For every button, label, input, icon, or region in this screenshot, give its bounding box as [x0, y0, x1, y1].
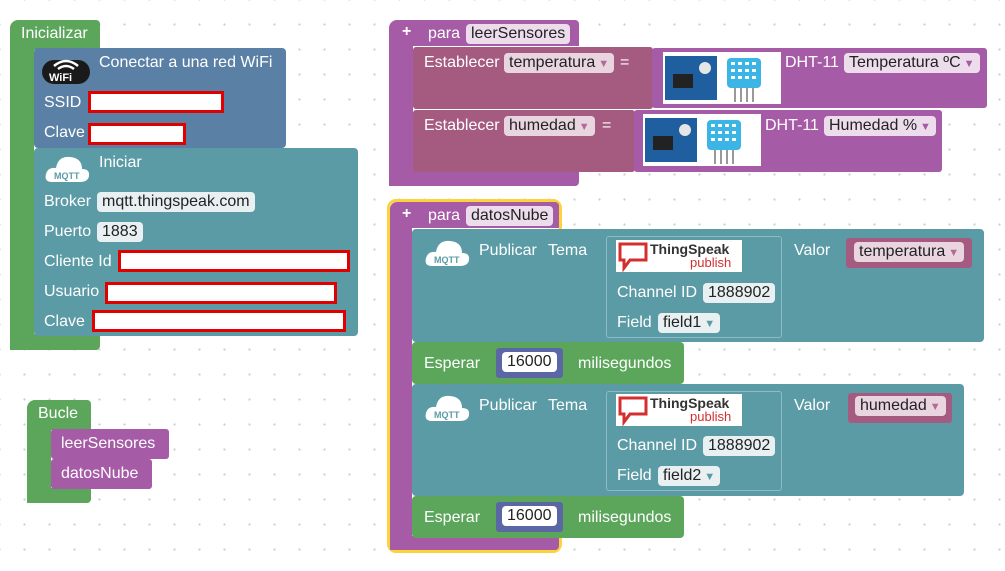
wait-value-1[interactable]: 16000	[502, 352, 557, 372]
wifi-icon: WiFi	[42, 59, 90, 84]
init-footer	[10, 334, 100, 350]
dht11-temperature-sensor-label: DHT-11	[785, 54, 839, 71]
datosNube-name[interactable]: datosNube	[466, 206, 554, 226]
wait-unit-1: milisegundos	[578, 355, 672, 372]
plus-icon[interactable]: +	[402, 204, 411, 224]
dht11-temperature-measure[interactable]: Temperatura ºC ▼	[844, 53, 980, 73]
leerSensores-left-arm	[389, 44, 413, 186]
mqtt-password-input[interactable]	[92, 310, 346, 332]
dropdown-arrow-icon: ▼	[578, 121, 590, 133]
call-leerSensores-label: leerSensores	[61, 435, 156, 452]
dht11-humidity-sensor-label: DHT-11	[765, 117, 819, 134]
dht11-temperature-measure-text: Temperatura ºC	[849, 54, 961, 71]
mqtt-cloud-icon: MQTT	[425, 395, 470, 421]
thingspeak-logo-bottom: publish	[690, 409, 731, 424]
wifi-connect-label: Conectar a una red WiFi	[99, 54, 273, 71]
port-field[interactable]: 1883	[97, 222, 143, 242]
channel-id-label-2: Channel ID	[617, 437, 698, 454]
datosNube-left-arm	[390, 226, 412, 550]
dropdown-arrow-icon: ▼	[704, 471, 716, 483]
mqtt-icon-text: MQTT	[54, 171, 80, 181]
set-temperatura-variable-text: temperatura	[509, 54, 596, 71]
topic-label-2: Tema	[548, 397, 588, 414]
set-humedad-variable-text: humedad	[509, 117, 576, 134]
value-variable-1-text: temperatura	[859, 243, 946, 260]
publish-label-2: Publicar	[479, 397, 537, 414]
set-humedad-label: Establecer	[424, 117, 500, 134]
mqtt-cloud-icon: MQTT	[425, 240, 470, 266]
dropdown-arrow-icon: ▼	[929, 401, 941, 413]
value-variable-2[interactable]: humedad ▼	[855, 396, 946, 416]
user-label: Usuario	[44, 283, 100, 300]
init-title: Inicializar	[21, 25, 88, 42]
value-variable-2-text: humedad	[860, 397, 927, 414]
client-id-label: Cliente Id	[44, 253, 112, 270]
mqtt-start-label: Iniciar	[99, 154, 142, 171]
equals-sign: =	[620, 54, 630, 71]
mqtt-icon-text: MQTT	[434, 255, 460, 265]
set-humedad-variable[interactable]: humedad ▼	[504, 116, 595, 136]
wifi-password-input[interactable]	[88, 123, 186, 145]
field-label-2: Field	[617, 467, 652, 484]
ssid-label: SSID	[44, 94, 82, 111]
mqtt-cloud-icon: MQTT	[45, 156, 90, 182]
wait-number-block-1[interactable]: 16000	[496, 348, 563, 378]
client-id-input[interactable]	[118, 250, 350, 272]
value-label-1: Valor	[794, 242, 831, 259]
value-variable-1[interactable]: temperatura ▼	[854, 242, 965, 262]
broker-label: Broker	[44, 193, 92, 210]
wait-value-2[interactable]: 16000	[502, 506, 557, 526]
leerSensores-keyword: para	[428, 25, 461, 42]
plus-icon[interactable]: +	[402, 22, 411, 42]
wifi-password-label: Clave	[44, 124, 85, 141]
leerSensores-footer	[389, 170, 579, 186]
channel-id-label-1: Channel ID	[617, 284, 698, 301]
dropdown-arrow-icon: ▼	[598, 58, 610, 70]
channel-id-field-1[interactable]: 1888902	[703, 283, 776, 303]
loop-footer	[27, 488, 91, 503]
init-left-arm	[10, 45, 34, 350]
field-dropdown-1-text: field1	[663, 314, 702, 331]
mqtt-icon-text: MQTT	[434, 410, 460, 420]
topic-label-1: Tema	[548, 242, 588, 259]
field-label-1: Field	[617, 314, 652, 331]
dht11-humidity-measure-text: Humedad %	[829, 117, 918, 134]
set-temperatura-label: Establecer	[424, 54, 500, 71]
wait-label-2: Esperar	[424, 509, 481, 526]
wait-number-block-2[interactable]: 16000	[496, 502, 563, 532]
field-dropdown-2[interactable]: field2 ▼	[658, 466, 721, 486]
field-dropdown-1[interactable]: field1 ▼	[658, 313, 721, 333]
thingspeak-logo: ThingSpeak publish	[616, 240, 742, 272]
set-temperatura-variable[interactable]: temperatura ▼	[504, 53, 615, 73]
wait-label-1: Esperar	[424, 355, 481, 372]
equals-sign: =	[602, 117, 612, 134]
call-datosNube-label: datosNube	[61, 465, 139, 482]
dropdown-arrow-icon: ▼	[704, 318, 716, 330]
publish-label-1: Publicar	[479, 242, 537, 259]
datosNube-footer	[390, 536, 559, 550]
loop-title: Bucle	[38, 405, 79, 422]
leerSensores-name[interactable]: leerSensores	[466, 24, 571, 44]
wait-unit-2: milisegundos	[578, 509, 672, 526]
channel-id-field-2[interactable]: 1888902	[703, 436, 776, 456]
value-label-2: Valor	[794, 397, 831, 414]
dropdown-arrow-icon: ▼	[920, 121, 931, 133]
user-input[interactable]	[105, 282, 337, 304]
dht11-sensor-icon	[663, 52, 781, 104]
port-label: Puerto	[44, 223, 92, 240]
dropdown-arrow-icon: ▼	[948, 247, 960, 259]
mqtt-password-label: Clave	[44, 313, 85, 330]
dht11-sensor-icon	[643, 114, 761, 166]
thingspeak-logo-bottom: publish	[690, 255, 731, 270]
field-dropdown-2-text: field2	[663, 467, 702, 484]
wifi-icon-text: WiFi	[49, 72, 72, 84]
dropdown-arrow-icon: ▼	[963, 58, 975, 70]
dht11-humidity-measure[interactable]: Humedad % ▼	[824, 116, 936, 136]
broker-field[interactable]: mqtt.thingspeak.com	[97, 192, 255, 212]
datosNube-keyword: para	[428, 207, 461, 224]
ssid-input[interactable]	[88, 91, 224, 113]
thingspeak-logo: ThingSpeak publish	[616, 394, 742, 426]
